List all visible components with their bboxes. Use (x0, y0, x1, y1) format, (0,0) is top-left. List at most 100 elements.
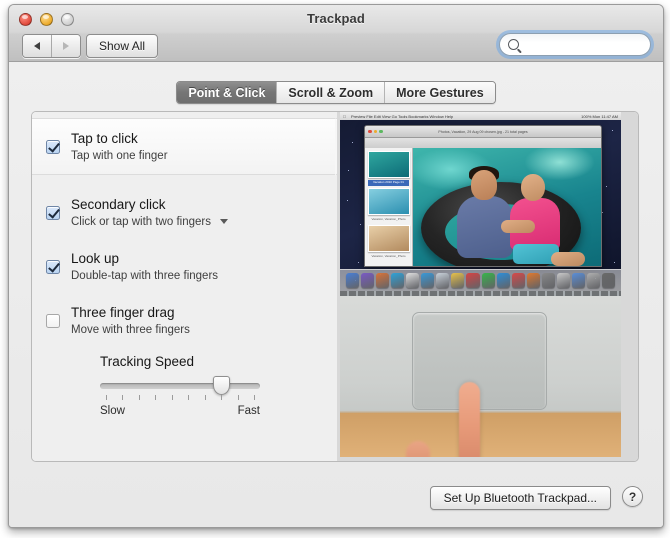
gesture-subtitle: Double-tap with three fingers (71, 269, 218, 283)
preview-photo-window: Photos, Vacation, 29 Aug 09 chosen.jpg -… (364, 125, 602, 267)
desk-surface (340, 413, 621, 457)
dock-app-icon (451, 273, 465, 288)
dock-app-icon (361, 273, 375, 288)
slider-tick (205, 395, 206, 400)
preview-dock (340, 269, 621, 291)
gesture-subtitle-text: Click or tap with two fingers (71, 215, 211, 228)
gesture-row-three-finger-drag[interactable]: Three finger drag Move with three finger… (32, 292, 337, 349)
slider-tick (188, 395, 189, 400)
slider-tick (238, 395, 239, 400)
search-input[interactable] (525, 36, 647, 53)
checkbox-secondary-click[interactable] (46, 205, 60, 220)
gesture-text-group: Three finger drag Move with three finger… (71, 305, 190, 337)
gesture-row-secondary-click[interactable]: Secondary click Click or tap with two fi… (32, 184, 337, 241)
forward-button (51, 35, 80, 57)
slider-tick-marks (100, 395, 260, 401)
preview-desktop-screen:  Preview File Edit View Go Tools Bookma… (340, 112, 621, 291)
dock-app-icon (496, 273, 510, 288)
tab-group: Point & Click Scroll & Zoom More Gesture… (176, 81, 496, 104)
wallpaper-star (347, 200, 348, 201)
slider-tick (139, 395, 140, 400)
slider-track (100, 383, 260, 389)
window-title: Trackpad (307, 11, 365, 26)
dock-app-icon (556, 273, 570, 288)
slider-thumb[interactable] (213, 376, 230, 395)
dock-app-icon (511, 273, 525, 288)
preview-trackpad-scene (340, 291, 621, 457)
gesture-text-group: Secondary click Click or tap with two fi… (71, 197, 228, 229)
dock-app-icon (345, 273, 359, 288)
navigation-segmented-control (22, 34, 81, 58)
back-arrow-icon (34, 42, 40, 50)
preview-thumbnail (368, 225, 410, 252)
index-finger (459, 382, 480, 457)
tab-point-and-click[interactable]: Point & Click (177, 82, 277, 103)
slider-tick (172, 395, 173, 400)
set-up-bluetooth-trackpad-button[interactable]: Set Up Bluetooth Trackpad... (429, 486, 611, 510)
gesture-subtitle: Tap with one finger (71, 149, 168, 163)
slider-tick (254, 395, 255, 400)
tab-more-gestures[interactable]: More Gestures (384, 82, 495, 103)
gesture-row-tap-to-click[interactable]: Tap to click Tap with one finger (32, 118, 354, 176)
dock-app-icon (571, 273, 585, 288)
show-all-button[interactable]: Show All (86, 34, 159, 58)
preview-menubar:  Preview File Edit View Go Tools Bookma… (340, 112, 621, 120)
keyboard-strip (340, 291, 621, 296)
slider-max-label: Fast (237, 405, 260, 417)
wallpaper-star (606, 186, 607, 187)
menubar-items: Preview File Edit View Go Tools Bookmark… (348, 113, 453, 119)
window-titlebar: Trackpad Show All (9, 5, 663, 62)
content-panel: Tap to click Tap with one finger Seconda… (31, 111, 639, 462)
help-button[interactable]: ? (622, 486, 643, 507)
slider-tick (221, 395, 222, 400)
gesture-demo-preview:  Preview File Edit View Go Tools Bookma… (337, 112, 638, 461)
tracking-speed-label: Tracking Speed (100, 354, 195, 369)
forward-arrow-icon (63, 42, 69, 50)
checkbox-tap-to-click[interactable] (46, 139, 60, 154)
tab-scroll-and-zoom[interactable]: Scroll & Zoom (276, 82, 385, 103)
girl-leg (551, 252, 585, 266)
man-arm (501, 220, 535, 233)
gesture-subtitle-text: Double-tap with three fingers (71, 269, 219, 282)
dock-app-icon (406, 273, 420, 288)
toolbar: Show All (9, 33, 663, 60)
dock-app-icon (436, 273, 450, 288)
dock-app-icon (391, 273, 405, 288)
preview-thumbnail-caption: Vacation, Vacation_Photo (371, 217, 406, 221)
checkbox-look-up[interactable] (46, 259, 60, 274)
gesture-title: Three finger drag (71, 304, 175, 320)
back-button[interactable] (23, 35, 51, 57)
gesture-subtitle: Click or tap with two fingers (71, 215, 228, 229)
gesture-row-look-up[interactable]: Look up Double-tap with three fingers (32, 238, 337, 295)
gesture-text-group: Tap to click Tap with one finger (71, 131, 168, 163)
preview-photo-window-title: Photos, Vacation, 29 Aug 09 chosen.jpg -… (438, 129, 528, 134)
preview-video:  Preview File Edit View Go Tools Bookma… (340, 112, 621, 457)
gesture-subtitle: Move with three fingers (71, 323, 190, 337)
gesture-text-group: Look up Double-tap with three fingers (71, 251, 218, 283)
preview-thumbnail (368, 188, 410, 215)
window-body: Point & Click Scroll & Zoom More Gesture… (9, 62, 663, 527)
dock-app-icon (466, 273, 480, 288)
tracking-speed-slider[interactable]: Slow Fast (100, 376, 260, 417)
slider-tick (155, 395, 156, 400)
search-field[interactable] (499, 33, 651, 56)
chevron-down-icon[interactable] (219, 219, 228, 224)
tab-bar: Point & Click Scroll & Zoom More Gesture… (9, 81, 663, 104)
gesture-subtitle-text: Tap with one finger (71, 149, 168, 162)
window-footer: Set Up Bluetooth Trackpad... ? (9, 475, 663, 527)
apple-menu-icon:  (343, 114, 346, 119)
slider-tick (122, 395, 123, 400)
wallpaper-star (614, 262, 615, 263)
man-head (471, 170, 497, 200)
slider-min-label: Slow (100, 405, 125, 417)
menubar-status-items: 100% Mon 11:47 AM (581, 113, 618, 119)
checkbox-three-finger-drag[interactable] (46, 313, 60, 328)
gesture-subtitle-text: Move with three fingers (71, 323, 190, 336)
wallpaper-star (358, 262, 359, 263)
tracking-speed-group: Tracking Speed Slow Fast (100, 354, 270, 417)
slider-tick (106, 395, 107, 400)
dock-app-icon (421, 273, 435, 288)
dock-app-icon (376, 273, 390, 288)
dock-app-icon (526, 273, 540, 288)
preview-photo-image (413, 148, 601, 266)
